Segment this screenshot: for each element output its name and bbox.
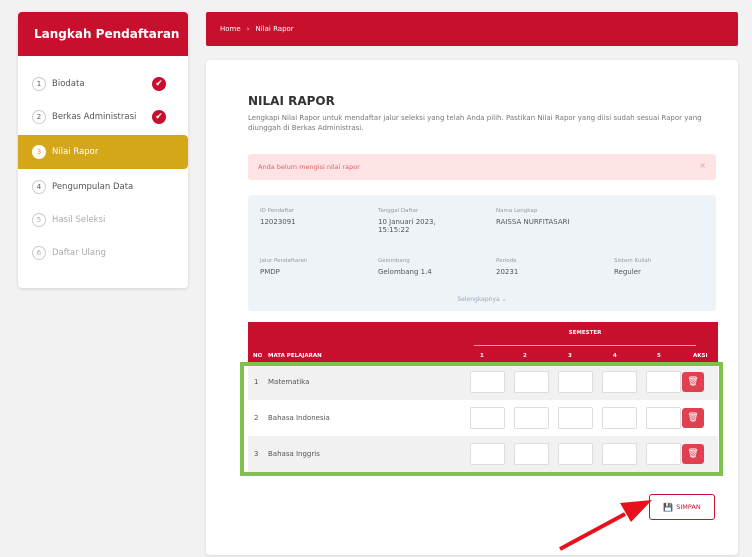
arrow-head xyxy=(620,500,652,522)
annotation-arrow xyxy=(559,500,652,551)
arrow-shaft xyxy=(559,512,626,551)
